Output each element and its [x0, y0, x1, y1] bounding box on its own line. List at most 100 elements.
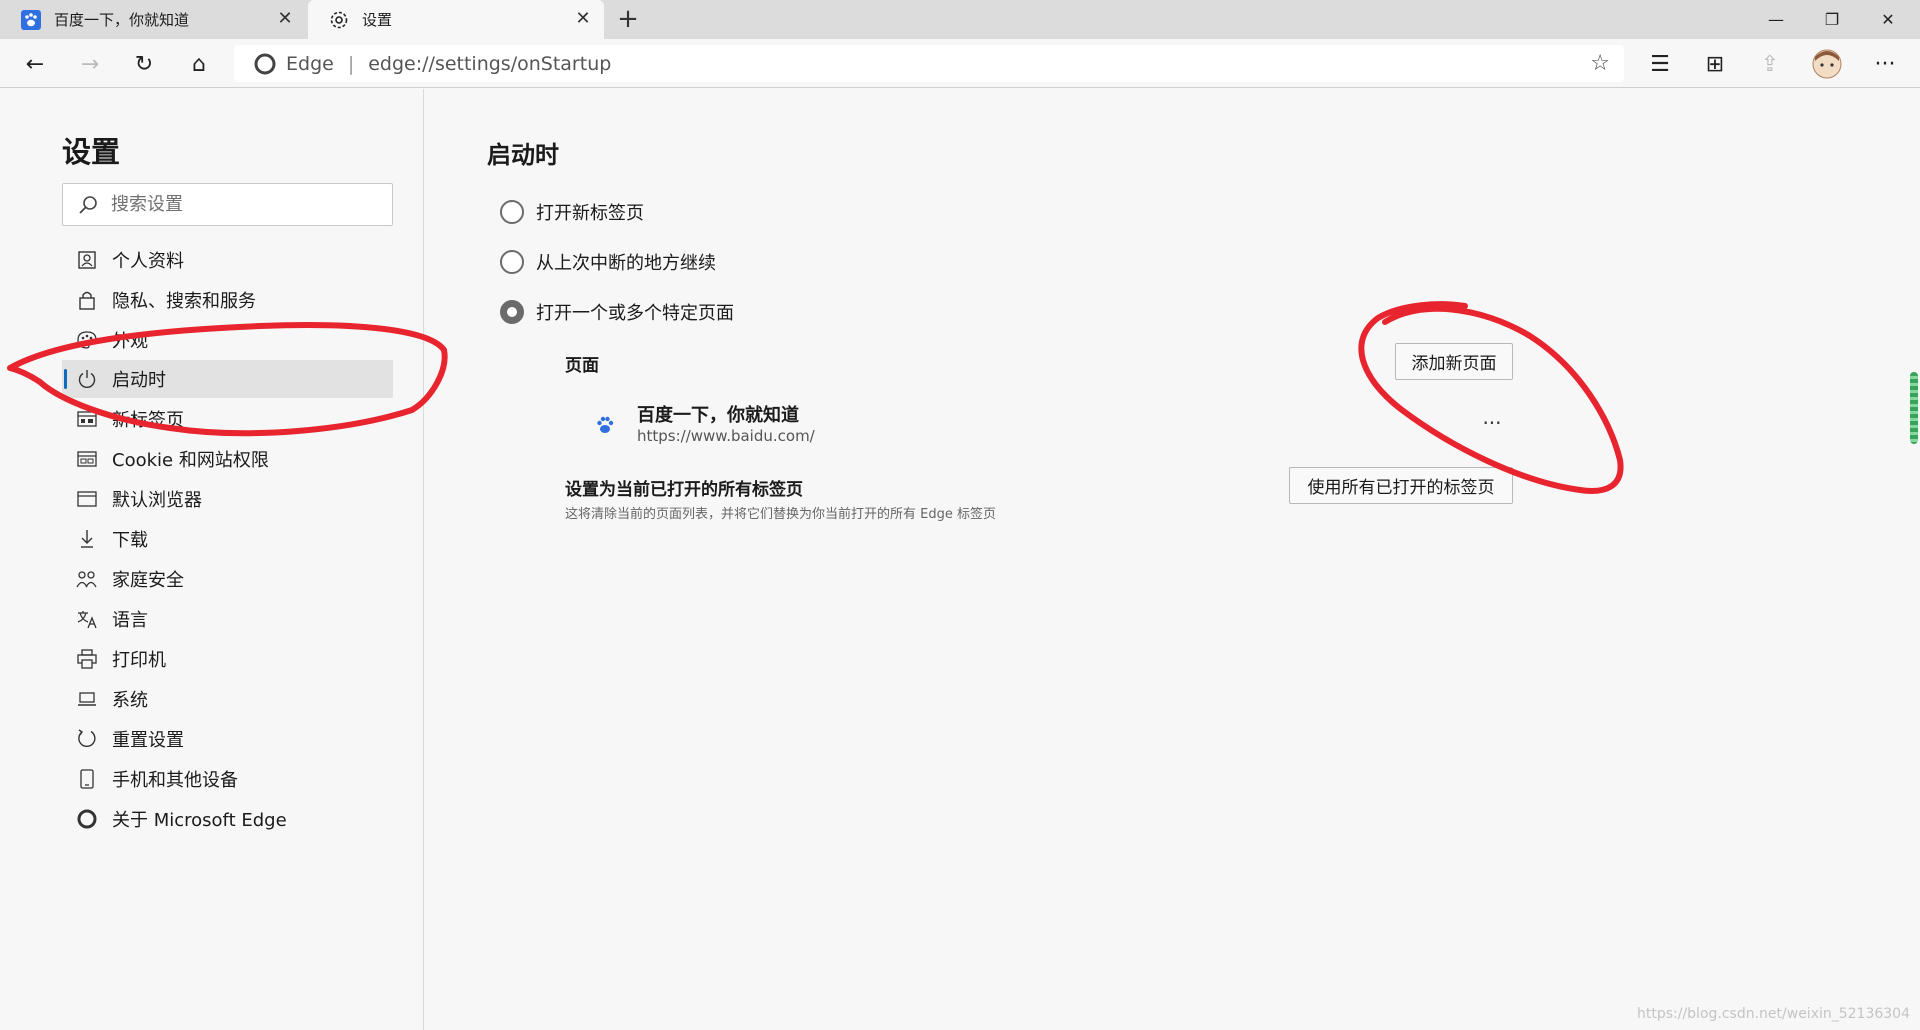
radio-continue-where-left[interactable]: 从上次中断的地方继续 [500, 249, 716, 275]
startup-page-entry: 百度一下，你就知道 https://www.baidu.com/ [595, 399, 1535, 449]
radio-open-new-tab[interactable]: 打开新标签页 [500, 199, 644, 225]
sidebar-item-label: 新标签页 [112, 410, 184, 431]
sidebar-item-appearance[interactable]: 外观 [62, 321, 393, 359]
use-open-tabs-title: 设置为当前已打开的所有标签页 [565, 480, 803, 500]
tab-strip: 百度一下，你就知道 ✕ 设置 ✕ + — ❐ ✕ [0, 0, 1920, 39]
avatar[interactable] [1810, 47, 1844, 81]
home-icon[interactable]: ⌂ [182, 47, 216, 81]
tab-baidu[interactable]: 百度一下，你就知道 ✕ [0, 0, 306, 39]
sidebar-item-label: 家庭安全 [112, 570, 184, 591]
use-all-open-tabs-button[interactable]: 使用所有已打开的标签页 [1289, 467, 1513, 504]
sidebar-item-label: 语言 [112, 610, 148, 631]
radio-open-specific-pages[interactable]: 打开一个或多个特定页面 [500, 299, 734, 325]
favorite-star-icon[interactable]: ☆ [1590, 51, 1610, 76]
tab-title: 设置 [362, 11, 393, 29]
lock-icon [76, 289, 98, 311]
watermark: https://blog.csdn.net/weixin_52136304 [1636, 1006, 1910, 1022]
tab-close-icon[interactable]: ✕ [574, 10, 592, 28]
sidebar-item-label: 启动时 [112, 370, 166, 391]
profile-icon [76, 249, 98, 271]
language-icon [76, 608, 98, 630]
radio-label: 打开新标签页 [536, 203, 644, 224]
sidebar-item-label: 隐私、搜索和服务 [112, 291, 256, 312]
download-icon [76, 528, 98, 550]
use-open-tabs-description: 这将清除当前的页面列表，并将它们替换为你当前打开的所有 Edge 标签页 [565, 507, 996, 522]
reset-icon [76, 728, 98, 750]
startup-page-title: 百度一下，你就知道 [637, 405, 799, 426]
sidebar-item-startup[interactable]: 启动时 [62, 360, 393, 398]
radio-label: 从上次中断的地方继续 [536, 253, 716, 274]
sidebar-item-label: Cookie 和网站权限 [112, 450, 269, 471]
main-content: 启动时 打开新标签页 从上次中断的地方继续 打开一个或多个特定页面 页面 添加新… [425, 89, 1920, 1030]
tab-title: 百度一下，你就知道 [54, 11, 190, 29]
edge-logo-icon [76, 808, 98, 830]
minimize-icon[interactable]: — [1748, 0, 1804, 39]
new-tab-plus-icon[interactable]: + [614, 6, 642, 34]
search-box[interactable] [62, 183, 393, 226]
sidebar-item-label: 默认浏览器 [112, 490, 202, 511]
address-brand: Edge [286, 52, 334, 75]
page-more-options-icon[interactable]: ··· [1477, 411, 1507, 435]
share-icon[interactable]: ⇪ [1753, 47, 1787, 81]
address-url[interactable]: edge://settings/onStartup [368, 53, 611, 75]
family-icon [76, 568, 98, 590]
sidebar-item-language[interactable]: 语言 [62, 600, 393, 638]
sidebar-item-label: 个人资料 [112, 251, 184, 272]
baidu-paw-icon [597, 416, 614, 433]
sidebar-item-label: 关于 Microsoft Edge [112, 810, 287, 831]
sidebar-item-label: 手机和其他设备 [112, 770, 238, 791]
system-icon [76, 688, 98, 710]
sidebar-item-printers[interactable]: 打印机 [62, 640, 393, 678]
baidu-paw-icon [20, 9, 42, 31]
sidebar-item-privacy[interactable]: 隐私、搜索和服务 [62, 281, 393, 319]
sidebar-item-default-browser[interactable]: 默认浏览器 [62, 480, 393, 518]
radio-circle[interactable] [500, 250, 524, 274]
address-separator: | [347, 52, 355, 75]
power-icon [76, 368, 98, 390]
add-new-page-button[interactable]: 添加新页面 [1395, 343, 1513, 380]
search-input[interactable] [111, 194, 371, 215]
palette-icon [76, 329, 98, 351]
address-bar[interactable]: Edge | edge://settings/onStartup ☆ [234, 45, 1624, 82]
tab-settings[interactable]: 设置 ✕ [308, 0, 604, 39]
sidebar-item-system[interactable]: 系统 [62, 680, 393, 718]
tab-close-icon[interactable]: ✕ [276, 10, 294, 28]
sidebar-item-downloads[interactable]: 下载 [62, 520, 393, 558]
newtab-icon [76, 408, 98, 430]
sidebar-item-label: 外观 [112, 331, 148, 352]
radio-circle[interactable] [500, 200, 524, 224]
radio-circle-checked[interactable] [500, 300, 524, 324]
sidebar-item-profile[interactable]: 个人资料 [62, 241, 393, 279]
toolbar: ← → ↻ ⌂ Edge | edge://settings/onStartup… [0, 39, 1920, 88]
radio-label: 打开一个或多个特定页面 [536, 303, 734, 324]
sidebar-item-label: 重置设置 [112, 730, 184, 751]
sidebar-item-label: 系统 [112, 690, 148, 711]
sidebar-item-cookies[interactable]: Cookie 和网站权限 [62, 440, 393, 478]
sidebar-item-label: 下载 [112, 530, 148, 551]
sidebar-item-family[interactable]: 家庭安全 [62, 560, 393, 598]
sidebar-item-reset[interactable]: 重置设置 [62, 720, 393, 758]
back-icon[interactable]: ← [18, 47, 52, 81]
sidebar-item-newtab[interactable]: 新标签页 [62, 400, 393, 438]
sidebar-item-label: 打印机 [112, 650, 166, 671]
sidebar-item-about[interactable]: 关于 Microsoft Edge [62, 800, 393, 838]
printer-icon [76, 648, 98, 670]
window-close-icon[interactable]: ✕ [1860, 0, 1916, 39]
browser-icon [76, 488, 98, 510]
page-title: 设置 [62, 135, 121, 169]
refresh-icon[interactable]: ↻ [127, 47, 161, 81]
search-icon [79, 195, 97, 214]
edge-logo-icon [254, 53, 276, 74]
phone-icon [76, 768, 98, 790]
forward-icon[interactable]: → [73, 47, 107, 81]
section-title: 启动时 [487, 141, 559, 169]
restore-icon[interactable]: ❐ [1804, 0, 1860, 39]
sidebar-item-phone[interactable]: 手机和其他设备 [62, 760, 393, 798]
sidebar: 设置 个人资料 隐私、搜索和服务 外观 启动时 新标签页 Cookie 和网站权… [0, 89, 424, 1030]
collections-icon[interactable]: ⊞ [1698, 47, 1732, 81]
more-options-icon[interactable]: ··· [1868, 47, 1902, 81]
favorites-list-icon[interactable]: ☰ [1643, 47, 1677, 81]
gear-icon [328, 9, 350, 31]
scrollbar-thumb[interactable] [1910, 372, 1918, 444]
cookie-icon [76, 448, 98, 470]
